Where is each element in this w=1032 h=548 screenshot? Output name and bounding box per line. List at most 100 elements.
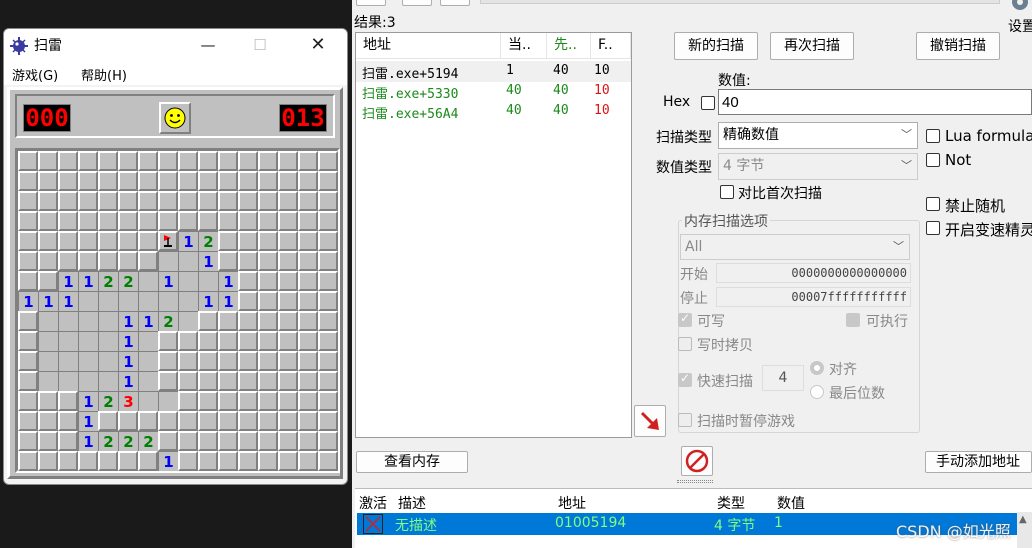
hidden-cell[interactable] xyxy=(38,451,58,471)
title-bar[interactable]: 扫雷 — ☐ ✕ xyxy=(4,29,347,61)
hidden-cell[interactable] xyxy=(278,391,298,411)
align-radio[interactable] xyxy=(810,361,824,375)
revealed-cell[interactable] xyxy=(178,271,198,291)
writable-checkbox[interactable] xyxy=(678,311,692,327)
hidden-cell[interactable] xyxy=(318,151,338,171)
hidden-cell[interactable] xyxy=(18,151,38,171)
hidden-cell[interactable] xyxy=(238,451,258,471)
hidden-cell[interactable] xyxy=(258,191,278,211)
hidden-cell[interactable] xyxy=(138,151,158,171)
hidden-cell[interactable] xyxy=(198,191,218,211)
revealed-cell[interactable] xyxy=(58,351,78,371)
hidden-cell[interactable] xyxy=(278,411,298,431)
hidden-cell[interactable] xyxy=(318,451,338,471)
hidden-cell[interactable] xyxy=(138,191,158,211)
result-row[interactable]: 扫雷.exe+56A4 40 40 10 xyxy=(356,101,631,122)
hidden-cell[interactable] xyxy=(58,151,78,171)
number-cell[interactable]: 1 xyxy=(158,451,178,471)
hidden-cell[interactable] xyxy=(298,391,318,411)
hidden-cell[interactable] xyxy=(158,411,178,431)
memory-view-button[interactable]: 查看内存 xyxy=(356,451,468,473)
value-type-select[interactable]: 4 字节 ﹀ xyxy=(718,153,918,180)
menu-help[interactable]: 帮助(H) xyxy=(81,65,127,84)
hidden-cell[interactable] xyxy=(238,311,258,331)
col-type[interactable]: 类型 xyxy=(717,493,745,513)
number-cell[interactable]: 2 xyxy=(118,271,138,291)
lua-formula-checkbox[interactable] xyxy=(926,129,940,143)
hidden-cell[interactable] xyxy=(318,291,338,311)
hidden-cell[interactable] xyxy=(78,211,98,231)
stop-address-field[interactable]: 00007fffffffffff xyxy=(716,287,911,307)
hidden-cell[interactable] xyxy=(178,151,198,171)
hidden-cell[interactable] xyxy=(198,171,218,191)
revealed-cell[interactable] xyxy=(38,311,58,331)
number-cell[interactable]: 1 xyxy=(78,411,98,431)
settings-icon[interactable] xyxy=(1008,0,1032,14)
hidden-cell[interactable] xyxy=(318,431,338,451)
hidden-cell[interactable] xyxy=(258,351,278,371)
number-cell[interactable]: 2 xyxy=(98,271,118,291)
hidden-cell[interactable] xyxy=(158,431,178,451)
revealed-cell[interactable] xyxy=(138,271,158,291)
hidden-cell[interactable] xyxy=(218,331,238,351)
hidden-cell[interactable] xyxy=(118,171,138,191)
hidden-cell[interactable] xyxy=(78,231,98,251)
hidden-cell[interactable] xyxy=(18,231,38,251)
hidden-cell[interactable] xyxy=(318,351,338,371)
hidden-cell[interactable] xyxy=(98,251,118,271)
fast-scan-input[interactable]: 4 xyxy=(762,365,804,391)
hidden-cell[interactable] xyxy=(158,331,178,351)
revealed-cell[interactable] xyxy=(98,311,118,331)
hidden-cell[interactable] xyxy=(238,251,258,271)
number-cell[interactable]: 2 xyxy=(158,311,178,331)
number-cell[interactable]: 1 xyxy=(38,291,58,311)
hidden-cell[interactable] xyxy=(298,151,318,171)
hidden-cell[interactable] xyxy=(198,351,218,371)
hidden-cell[interactable] xyxy=(98,451,118,471)
hidden-cell[interactable] xyxy=(278,351,298,371)
hidden-cell[interactable] xyxy=(38,151,58,171)
hidden-cell[interactable] xyxy=(78,251,98,271)
hidden-cell[interactable] xyxy=(298,231,318,251)
hidden-cell[interactable] xyxy=(38,211,58,231)
col-address[interactable]: 地址 xyxy=(356,33,501,59)
revealed-cell[interactable] xyxy=(138,351,158,371)
hidden-cell[interactable] xyxy=(278,291,298,311)
hidden-cell[interactable] xyxy=(238,371,258,391)
hidden-cell[interactable] xyxy=(278,231,298,251)
minimize-button[interactable]: — xyxy=(186,33,230,57)
hidden-cell[interactable] xyxy=(58,191,78,211)
hidden-cell[interactable] xyxy=(278,251,298,271)
open-process-button[interactable] xyxy=(356,0,386,6)
number-cell[interactable]: 1 xyxy=(158,271,178,291)
hidden-cell[interactable] xyxy=(198,411,218,431)
hidden-cell[interactable] xyxy=(218,391,238,411)
hidden-cell[interactable] xyxy=(38,251,58,271)
hidden-cell[interactable] xyxy=(318,271,338,291)
hidden-cell[interactable] xyxy=(118,151,138,171)
hidden-cell[interactable] xyxy=(218,411,238,431)
hidden-cell[interactable] xyxy=(278,151,298,171)
hidden-cell[interactable] xyxy=(298,371,318,391)
col-first[interactable]: F.. xyxy=(591,33,631,59)
hidden-cell[interactable] xyxy=(98,211,118,231)
number-cell[interactable]: 1 xyxy=(118,351,138,371)
hidden-cell[interactable] xyxy=(278,211,298,231)
number-cell[interactable]: 1 xyxy=(58,271,78,291)
hidden-cell[interactable] xyxy=(38,391,58,411)
hidden-cell[interactable] xyxy=(18,271,38,291)
result-row[interactable]: 扫雷.exe+5330 40 40 10 xyxy=(356,81,631,102)
compare-first-checkbox[interactable] xyxy=(720,185,734,199)
revealed-cell[interactable] xyxy=(98,331,118,351)
revealed-cell[interactable] xyxy=(78,371,98,391)
hidden-cell[interactable] xyxy=(138,251,158,271)
hidden-cell[interactable] xyxy=(298,311,318,331)
hidden-cell[interactable] xyxy=(238,171,258,191)
hidden-cell[interactable] xyxy=(298,251,318,271)
hidden-cell[interactable] xyxy=(38,411,58,431)
number-cell[interactable]: 1 xyxy=(178,231,198,251)
hidden-cell[interactable] xyxy=(178,211,198,231)
hidden-cell[interactable] xyxy=(158,171,178,191)
hidden-cell[interactable] xyxy=(58,251,78,271)
hidden-cell[interactable] xyxy=(38,191,58,211)
